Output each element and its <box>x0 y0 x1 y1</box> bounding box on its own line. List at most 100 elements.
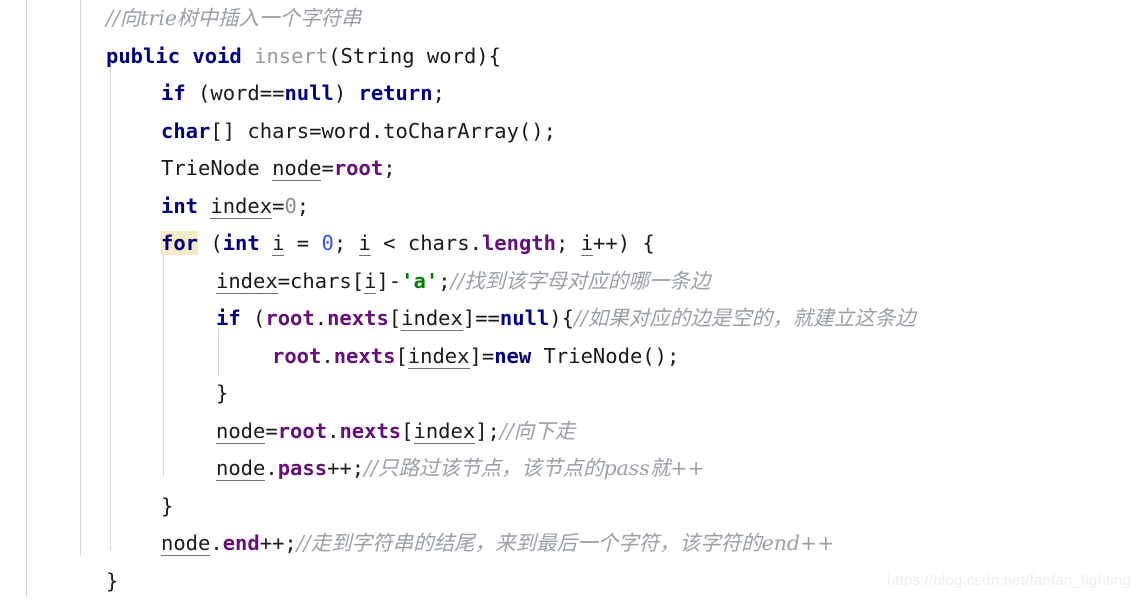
code-token: < chars. <box>371 231 482 255</box>
code-token: null <box>500 306 549 330</box>
code-line[interactable]: TrieNode node=root; <box>0 150 1139 188</box>
code-token: TrieNode <box>161 156 272 180</box>
code-token: root <box>272 344 321 368</box>
code-token: ]; <box>475 419 500 443</box>
code-token: node <box>272 156 321 181</box>
code-token: = <box>284 231 321 255</box>
code-token: root <box>278 419 327 443</box>
code-token: index <box>210 194 272 219</box>
code-token: . <box>315 306 327 330</box>
code-token: if <box>216 306 241 330</box>
code-line[interactable]: node=root.nexts[index];//向下走 <box>0 413 1139 451</box>
code-token <box>242 44 254 68</box>
code-token: i <box>359 231 371 256</box>
code-token: //走到字符串的结尾，来到最后一个字符，该字符的end++ <box>297 531 835 555</box>
code-token: ]== <box>463 306 500 330</box>
code-token: [ <box>401 419 413 443</box>
code-token: void <box>192 44 241 68</box>
watermark-text: https://blog.csdn.net/fanfan_fighting <box>887 572 1131 589</box>
code-token: ]= <box>470 344 495 368</box>
code-token: null <box>284 81 333 105</box>
code-line-list[interactable]: //向trie树中插入一个字符串 public void insert(Strin… <box>0 0 1139 600</box>
code-token: } <box>106 569 118 593</box>
code-token: =chars[ <box>278 269 364 293</box>
code-token: i <box>364 269 376 294</box>
code-token: //向下走 <box>500 419 575 443</box>
code-line[interactable]: root.nexts[index]=new TrieNode(); <box>0 338 1139 376</box>
code-token: ++) { <box>593 231 655 255</box>
code-token: = <box>265 419 277 443</box>
code-token: int <box>223 231 260 255</box>
code-token <box>180 44 192 68</box>
code-token: node <box>161 531 210 556</box>
code-line[interactable]: if (word==null) return; <box>0 75 1139 113</box>
code-line[interactable]: if (root.nexts[index]==null){//如果对应的边是空的… <box>0 300 1139 338</box>
code-token <box>260 231 272 255</box>
code-token: . <box>327 419 339 443</box>
code-token: = <box>321 156 333 180</box>
code-token: ( <box>198 231 223 255</box>
code-token: 0 <box>284 194 296 218</box>
code-line[interactable]: index=chars[i]-'a';//找到该字母对应的哪一条边 <box>0 263 1139 301</box>
code-token: index <box>408 344 470 369</box>
code-token: } <box>161 494 173 518</box>
code-line[interactable]: node.pass++;//只路过该节点，该节点的pass就++ <box>0 450 1139 488</box>
code-token: 'a' <box>401 269 438 293</box>
code-viewer[interactable]: //向trie树中插入一个字符串 public void insert(Strin… <box>0 0 1139 597</box>
code-token: ; <box>334 231 359 255</box>
code-line[interactable]: public void insert(String word){ <box>0 38 1139 76</box>
code-token: (String word){ <box>328 44 501 68</box>
code-token: } <box>216 381 228 405</box>
code-line[interactable]: } <box>0 488 1139 526</box>
code-token: [ <box>389 306 401 330</box>
code-token: //找到该字母对应的哪一条边 <box>451 269 711 293</box>
code-line[interactable]: //向trie树中插入一个字符串 <box>0 0 1139 38</box>
code-token: ]- <box>376 269 401 293</box>
code-token: . <box>321 344 333 368</box>
code-token: ++; <box>260 531 297 555</box>
code-token: . <box>210 531 222 555</box>
code-token: pass <box>278 456 327 480</box>
code-line[interactable]: for (int i = 0; i < chars.length; i++) { <box>0 225 1139 263</box>
code-token: . <box>265 456 277 480</box>
code-token: ; <box>383 156 395 180</box>
code-token: root <box>334 156 383 180</box>
code-token: i <box>581 231 593 256</box>
code-token: public <box>106 44 180 68</box>
code-token: insert <box>254 44 328 68</box>
code-token: nexts <box>327 306 389 330</box>
code-token <box>198 194 210 218</box>
code-token: node <box>216 456 265 481</box>
code-line[interactable]: int index=0; <box>0 188 1139 226</box>
code-token: if <box>161 81 186 105</box>
code-line[interactable]: char[] chars=word.toCharArray(); <box>0 113 1139 151</box>
code-token: index <box>216 269 278 294</box>
code-token: //如果对应的边是空的，就建立这条边 <box>574 306 916 330</box>
code-token: TrieNode(); <box>531 344 679 368</box>
code-token: ; <box>433 81 445 105</box>
code-token: int <box>161 194 198 218</box>
code-token: for <box>161 231 198 255</box>
code-token: root <box>265 306 314 330</box>
code-token: node <box>216 419 265 444</box>
code-token: [ <box>395 344 407 368</box>
code-token: //向trie树中插入一个字符串 <box>106 6 362 30</box>
code-token: ; <box>556 231 581 255</box>
code-token: i <box>272 231 284 256</box>
code-token: nexts <box>334 344 396 368</box>
code-line[interactable]: node.end++;//走到字符串的结尾，来到最后一个字符，该字符的end++ <box>0 525 1139 563</box>
code-token: //只路过该节点，该节点的pass就++ <box>364 456 705 480</box>
code-line[interactable]: } <box>0 375 1139 413</box>
code-token: ) <box>334 81 359 105</box>
code-token: 0 <box>321 231 333 255</box>
code-token: return <box>359 81 433 105</box>
code-token: ; <box>438 269 450 293</box>
code-token: (word== <box>186 81 285 105</box>
code-token: index <box>401 306 463 331</box>
code-token: = <box>272 194 284 218</box>
code-token: index <box>414 419 476 444</box>
code-token: ){ <box>549 306 574 330</box>
code-token: nexts <box>339 419 401 443</box>
code-token: new <box>494 344 531 368</box>
code-token: char <box>161 119 210 143</box>
